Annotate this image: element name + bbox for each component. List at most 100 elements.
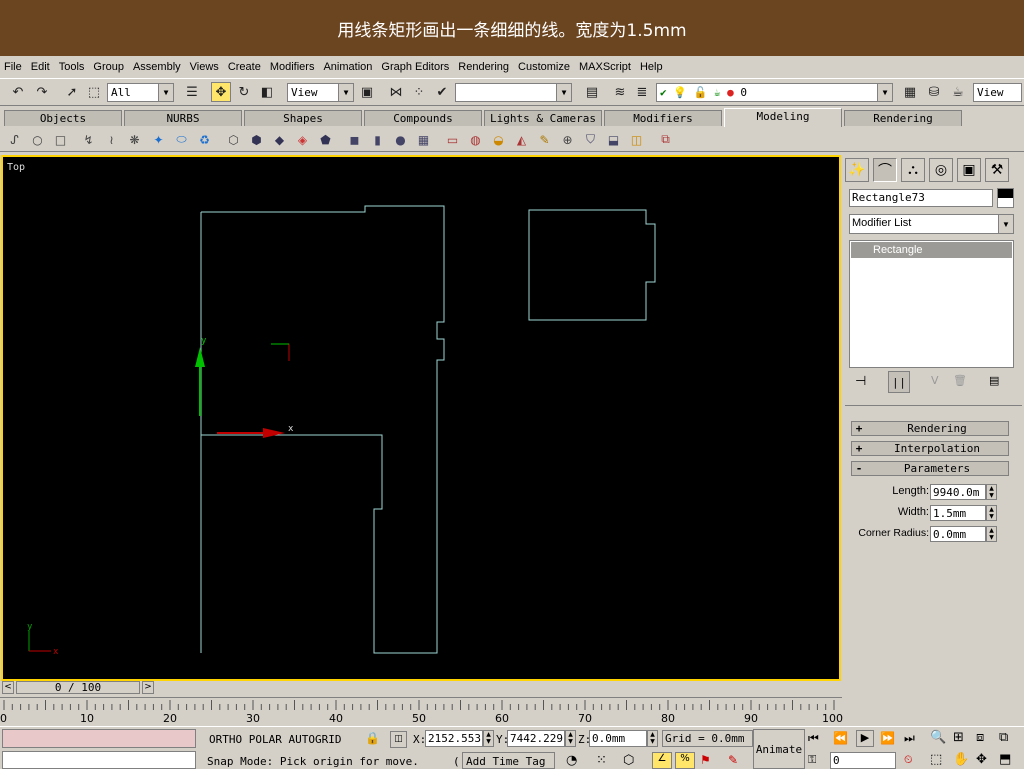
object-name-field[interactable]: Rectangle73: [849, 189, 993, 207]
absolute-mode-icon[interactable]: ◫: [390, 731, 407, 748]
z-coordinate-field[interactable]: 0.0mm: [589, 730, 647, 747]
x-spinner[interactable]: ▲ ▼: [483, 730, 494, 747]
length-spinner[interactable]: ▲ ▼: [986, 484, 997, 500]
noise-modifier-icon[interactable]: ❋: [126, 131, 143, 148]
move-gizmo[interactable]: y x: [195, 336, 294, 438]
select-rotate-icon[interactable]: ↻: [234, 82, 254, 102]
bend-modifier-icon[interactable]: ↯: [80, 131, 97, 148]
next-frame-arrow-icon[interactable]: >: [142, 681, 154, 694]
shell-icon[interactable]: ⛉: [582, 131, 599, 148]
layer-manager-icon[interactable]: ▤: [582, 82, 602, 102]
tab-shapes[interactable]: Shapes: [244, 110, 362, 126]
edit-mesh-icon[interactable]: ⬢: [248, 131, 265, 148]
gizmo-y-arrow[interactable]: [195, 347, 205, 367]
selection-filter-select[interactable]: All ▼: [107, 83, 174, 102]
layer-select[interactable]: ✔ 💡 🔓 ☕ ● 0 ▼: [656, 83, 893, 102]
percent-snap-icon[interactable]: %: [675, 752, 695, 769]
render-scene-icon[interactable]: ⛁: [924, 82, 944, 102]
tab-modeling[interactable]: Modeling: [724, 108, 842, 127]
add-time-tag-button[interactable]: Add Time Tag: [462, 752, 555, 769]
next-frame-icon[interactable]: ⏩: [880, 731, 895, 745]
utilities-panel-icon[interactable]: ⚒: [985, 158, 1009, 182]
taper-modifier-icon[interactable]: ⬭: [173, 131, 190, 148]
menu-tools[interactable]: Tools: [59, 61, 85, 73]
spinner-snap-icon[interactable]: ⚑: [700, 753, 711, 767]
menu-views[interactable]: Views: [190, 61, 219, 73]
tab-lights-cameras[interactable]: Lights & Cameras: [484, 110, 602, 126]
sphere-primitive-icon[interactable]: ●: [392, 131, 409, 148]
edit-poly-icon[interactable]: ◆: [271, 131, 288, 148]
rollout-rendering[interactable]: + Rendering: [851, 421, 1009, 436]
circle-tool-icon[interactable]: ○: [29, 131, 46, 148]
width-spinner[interactable]: ▲ ▼: [986, 505, 997, 521]
menu-help[interactable]: Help: [640, 61, 663, 73]
array-icon[interactable]: ⁘: [409, 82, 429, 102]
angle-snap-icon[interactable]: ∠: [652, 752, 672, 769]
previous-frame-icon[interactable]: ⏪: [833, 731, 848, 745]
configure-sets-icon[interactable]: ▤: [989, 374, 999, 387]
select-by-name-icon[interactable]: ☰: [182, 82, 202, 102]
sweep-icon[interactable]: ◭: [513, 131, 530, 148]
y-spinner[interactable]: ▲ ▼: [565, 730, 576, 747]
region-zoom-icon[interactable]: ⬚: [930, 752, 942, 767]
object-color-swatch[interactable]: [997, 188, 1014, 208]
gizmo-x-arrow[interactable]: [263, 428, 285, 438]
cylinder-primitive-icon[interactable]: ▮: [369, 131, 386, 148]
play-icon[interactable]: ▶: [856, 730, 874, 747]
zoom-all-icon[interactable]: ⊞: [953, 730, 964, 745]
menu-modifiers[interactable]: Modifiers: [270, 61, 315, 73]
select-scale-icon[interactable]: ◧: [257, 82, 277, 102]
key-mode-icon[interactable]: ⚿: [808, 753, 816, 767]
optimize-icon[interactable]: ⬟: [317, 131, 334, 148]
animate-button[interactable]: Animate: [753, 729, 805, 769]
hierarchy-panel-icon[interactable]: ⛬: [901, 158, 925, 182]
mirror-icon[interactable]: ⋈: [386, 82, 406, 102]
prev-frame-arrow-icon[interactable]: <: [2, 681, 14, 694]
viewport-top[interactable]: Top y x y x: [1, 155, 841, 681]
tab-rendering[interactable]: Rendering: [844, 110, 962, 126]
x-coordinate-field[interactable]: 2152.553: [425, 730, 483, 747]
material-editor-icon[interactable]: ▦: [900, 82, 920, 102]
reference-coord-select[interactable]: View ▼: [287, 83, 354, 102]
menu-file[interactable]: File: [4, 61, 22, 73]
boolean-icon[interactable]: ⊕: [559, 131, 576, 148]
menu-group[interactable]: Group: [93, 61, 124, 73]
render-view-select[interactable]: View: [973, 83, 1022, 102]
undo-icon[interactable]: ↶: [8, 82, 28, 102]
gizmo-plane-handle-red[interactable]: [271, 343, 290, 361]
loft-icon[interactable]: ✎: [536, 131, 553, 148]
bevel-icon[interactable]: ◒: [490, 131, 507, 148]
tab-nurbs[interactable]: NURBS: [124, 110, 242, 126]
zoom-extents-icon[interactable]: ⧈: [976, 730, 984, 745]
rectangle-tool-icon[interactable]: □: [52, 131, 69, 148]
menu-animation[interactable]: Animation: [323, 61, 372, 73]
menu-assembly[interactable]: Assembly: [133, 61, 181, 73]
edit-named-selection-icon[interactable]: ✎: [728, 753, 738, 767]
y-coordinate-field[interactable]: 7442.229: [507, 730, 565, 747]
mesh-select-icon[interactable]: ⬡: [225, 131, 242, 148]
rollout-interpolation[interactable]: + Interpolation: [851, 441, 1009, 456]
tab-modifiers[interactable]: Modifiers: [604, 110, 722, 126]
maximize-viewport-icon[interactable]: ⬒: [999, 752, 1011, 767]
display-panel-icon[interactable]: ▣: [957, 158, 981, 182]
zoom-extents-all-icon[interactable]: ⧉: [999, 730, 1008, 745]
track-bar[interactable]: 0 10 20 30 40 50 60 70 80 90 100: [0, 697, 843, 725]
curve-editor-icon[interactable]: ≋: [610, 82, 630, 102]
box-primitive-icon[interactable]: ◼: [346, 131, 363, 148]
named-selection-select[interactable]: ▼: [455, 83, 572, 102]
snap-toggle-icon[interactable]: ⁙: [596, 753, 607, 768]
pin-stack-icon[interactable]: ⊣: [855, 374, 866, 389]
rollout-parameters[interactable]: - Parameters: [851, 461, 1009, 476]
go-to-end-icon[interactable]: ⏭: [904, 731, 915, 746]
redo-icon[interactable]: ↷: [32, 82, 52, 102]
schematic-view-icon[interactable]: ≣: [632, 82, 652, 102]
go-to-start-icon[interactable]: ⏮: [808, 731, 819, 746]
length-field[interactable]: 9940.0m: [930, 484, 986, 500]
line-tool-icon[interactable]: ᔑ: [6, 131, 23, 148]
select-move-icon[interactable]: ✥: [211, 82, 231, 102]
menu-maxscript[interactable]: MAXScript: [579, 61, 631, 73]
menu-graph-editors[interactable]: Graph Editors: [381, 61, 449, 73]
time-config-icon[interactable]: ⏲: [904, 753, 913, 767]
current-frame-field[interactable]: 0: [830, 752, 896, 769]
tab-compounds[interactable]: Compounds: [364, 110, 482, 126]
